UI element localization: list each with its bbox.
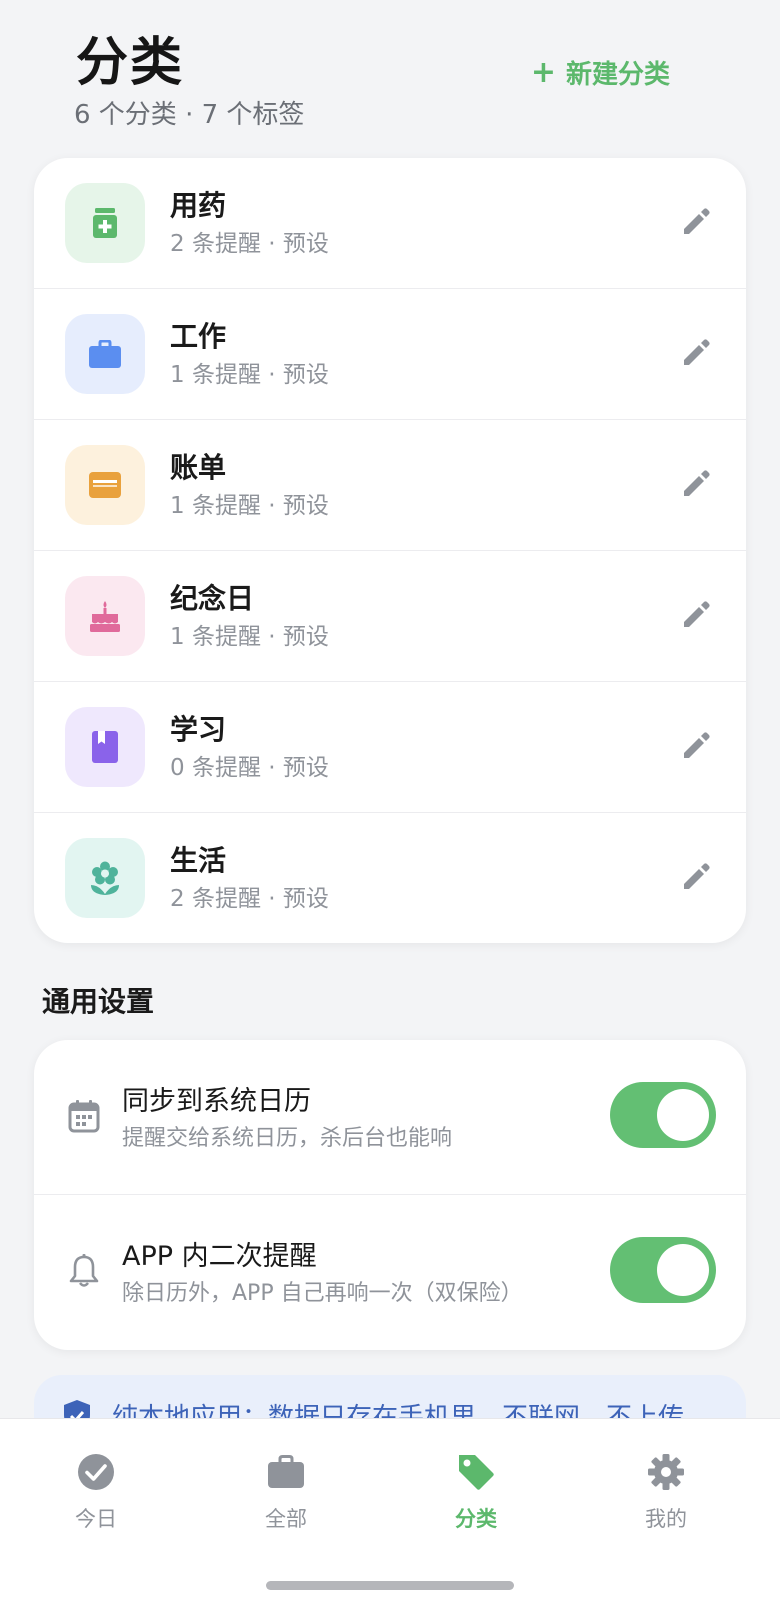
tab-all[interactable]: 全部: [216, 1451, 356, 1533]
in-app-reminder-toggle[interactable]: [610, 1237, 716, 1303]
edit-icon[interactable]: [674, 855, 718, 899]
flower-icon: [65, 838, 145, 918]
calendar-icon: [64, 1096, 104, 1136]
tag-icon: [455, 1451, 497, 1493]
edit-icon[interactable]: [674, 200, 718, 244]
page-header: 分类 6 个分类 · 7 个标签 + 新建分类: [0, 0, 780, 150]
category-meta: 0 条提醒 · 预设: [170, 755, 329, 781]
category-name: 用药: [170, 189, 227, 222]
category-name: 账单: [170, 451, 227, 484]
tab-label: 今日: [75, 1507, 117, 1531]
category-meta: 2 条提醒 · 预设: [170, 231, 329, 257]
tab-label: 我的: [645, 1507, 687, 1531]
tab-categories[interactable]: 分类: [406, 1451, 546, 1533]
cake-icon: [65, 576, 145, 656]
settings-card: 同步到系统日历 提醒交给系统日历，杀后台也能响 APP 内二次提醒 除日历外，A…: [34, 1040, 746, 1350]
new-category-button[interactable]: + 新建分类: [531, 54, 670, 91]
edit-icon[interactable]: [674, 724, 718, 768]
category-row[interactable]: 工作 1 条提醒 · 预设: [34, 289, 746, 420]
category-row[interactable]: 账单 1 条提醒 · 预设: [34, 420, 746, 551]
home-indicator[interactable]: [266, 1581, 514, 1590]
bottom-tab-bar: 今日 全部 分类 我的: [0, 1418, 780, 1605]
toggle-knob: [657, 1089, 709, 1141]
category-row[interactable]: 用药 2 条提醒 · 预设: [34, 158, 746, 289]
setting-desc: 除日历外，APP 自己再响一次（双保险）: [122, 1281, 523, 1306]
category-name: 工作: [170, 320, 227, 353]
new-category-label: 新建分类: [565, 60, 670, 90]
briefcase-icon: [265, 1451, 307, 1493]
category-name: 纪念日: [170, 582, 255, 615]
tab-label: 分类: [455, 1507, 497, 1531]
page-title: 分类: [76, 33, 185, 93]
tab-me[interactable]: 我的: [596, 1451, 736, 1533]
category-row[interactable]: 纪念日 1 条提醒 · 预设: [34, 551, 746, 682]
category-name: 生活: [170, 844, 227, 877]
category-meta: 1 条提醒 · 预设: [170, 493, 329, 519]
book-icon: [65, 707, 145, 787]
gear-icon: [645, 1451, 687, 1493]
page-subtitle: 6 个分类 · 7 个标签: [74, 100, 305, 130]
toggle-knob: [657, 1244, 709, 1296]
calendar-sync-toggle[interactable]: [610, 1082, 716, 1148]
setting-row-calendar-sync: 同步到系统日历 提醒交给系统日历，杀后台也能响: [34, 1040, 746, 1195]
plus-icon: +: [530, 54, 556, 90]
bell-icon: [64, 1251, 104, 1291]
category-name: 学习: [170, 713, 227, 746]
section-title: 通用设置: [42, 985, 155, 1018]
category-row[interactable]: 生活 2 条提醒 · 预设: [34, 813, 746, 943]
setting-desc: 提醒交给系统日历，杀后台也能响: [122, 1126, 453, 1151]
edit-icon[interactable]: [674, 462, 718, 506]
setting-row-in-app-reminder: APP 内二次提醒 除日历外，APP 自己再响一次（双保险）: [34, 1195, 746, 1350]
wallet-icon: [65, 445, 145, 525]
check-circle-icon: [75, 1451, 117, 1493]
category-list: 用药 2 条提醒 · 预设 工作 1 条提醒 · 预设 账单 1 条提醒 · 预…: [34, 158, 746, 943]
medicine-icon: [65, 183, 145, 263]
setting-title: 同步到系统日历: [122, 1086, 311, 1117]
tab-label: 全部: [265, 1507, 307, 1531]
tab-today[interactable]: 今日: [26, 1451, 166, 1533]
category-meta: 2 条提醒 · 预设: [170, 886, 329, 912]
category-row[interactable]: 学习 0 条提醒 · 预设: [34, 682, 746, 813]
edit-icon[interactable]: [674, 331, 718, 375]
briefcase-icon: [65, 314, 145, 394]
category-meta: 1 条提醒 · 预设: [170, 624, 329, 650]
edit-icon[interactable]: [674, 593, 718, 637]
category-meta: 1 条提醒 · 预设: [170, 362, 329, 388]
setting-title: APP 内二次提醒: [122, 1241, 317, 1272]
